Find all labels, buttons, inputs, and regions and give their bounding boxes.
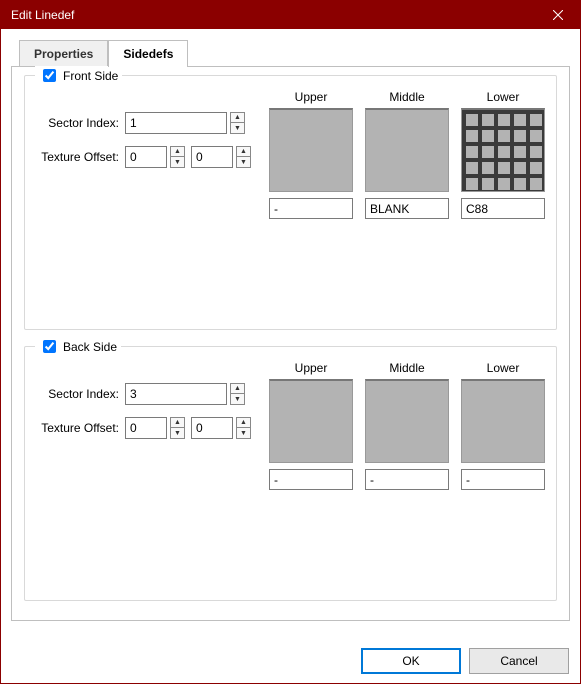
back-sector-index-input[interactable] [125,383,227,405]
front-upper-label: Upper [295,90,328,106]
tab-page-sidedefs: Front Side Sector Index: ▲ ▼ [11,66,570,621]
back-sector-index-label: Sector Index: [35,387,125,401]
group-back-side: Back Side Sector Index: ▲ ▼ [24,346,557,601]
back-texoffset-label: Texture Offset: [35,421,125,435]
front-lower-name[interactable] [461,198,545,219]
back-lower-name[interactable] [461,469,545,490]
spin-up-icon[interactable]: ▲ [170,146,185,157]
spin-up-icon[interactable]: ▲ [230,383,245,394]
spin-down-icon[interactable]: ▼ [236,428,251,439]
front-upper-preview[interactable] [269,108,353,192]
back-middle-name[interactable] [365,469,449,490]
front-side-label: Front Side [63,69,118,83]
front-lower-label: Lower [487,90,520,106]
front-sector-spinner: ▲ ▼ [230,112,245,134]
front-upper-name[interactable] [269,198,353,219]
front-middle-preview[interactable] [365,108,449,192]
back-side-label: Back Side [63,340,117,354]
spin-down-icon[interactable]: ▼ [236,157,251,168]
back-offy-spinner: ▲ ▼ [236,417,251,439]
front-lower-preview[interactable] [461,108,545,192]
back-offx-spinner: ▲ ▼ [170,417,185,439]
spin-down-icon[interactable]: ▼ [230,123,245,134]
cancel-button[interactable]: Cancel [469,648,569,674]
client-area: Properties Sidedefs Front Side Sector In… [1,29,580,631]
spin-down-icon[interactable]: ▼ [170,428,185,439]
spin-up-icon[interactable]: ▲ [170,417,185,428]
close-button[interactable] [536,1,580,29]
back-upper-preview[interactable] [269,379,353,463]
back-upper-label: Upper [295,361,328,377]
front-texoffset-label: Texture Offset: [35,150,125,164]
spin-down-icon[interactable]: ▼ [170,157,185,168]
front-offx-input[interactable] [125,146,167,168]
front-offx-spinner: ▲ ▼ [170,146,185,168]
front-offy-spinner: ▲ ▼ [236,146,251,168]
close-icon [553,10,563,20]
front-middle-name[interactable] [365,198,449,219]
front-offy-input[interactable] [191,146,233,168]
back-upper-name[interactable] [269,469,353,490]
back-lower-label: Lower [487,361,520,377]
back-offx-input[interactable] [125,417,167,439]
titlebar: Edit Linedef [1,1,580,29]
spin-up-icon[interactable]: ▲ [236,146,251,157]
spin-up-icon[interactable]: ▲ [236,417,251,428]
ok-button[interactable]: OK [361,648,461,674]
window-title: Edit Linedef [11,8,536,22]
back-side-checkbox[interactable] [43,340,56,353]
tab-sidedefs[interactable]: Sidedefs [108,40,188,67]
dialog-buttons: OK Cancel [361,648,569,674]
back-side-legend: Back Side [35,337,121,356]
front-sector-index-label: Sector Index: [35,116,125,130]
spin-down-icon[interactable]: ▼ [230,394,245,405]
spin-up-icon[interactable]: ▲ [230,112,245,123]
back-middle-label: Middle [389,361,424,377]
front-sector-index-input[interactable] [125,112,227,134]
front-side-legend: Front Side [35,66,122,85]
back-middle-preview[interactable] [365,379,449,463]
front-middle-label: Middle [389,90,424,106]
tab-properties[interactable]: Properties [19,40,108,67]
group-front-side: Front Side Sector Index: ▲ ▼ [24,75,557,330]
back-offy-input[interactable] [191,417,233,439]
tab-strip: Properties Sidedefs [19,39,570,66]
back-sector-spinner: ▲ ▼ [230,383,245,405]
front-side-checkbox[interactable] [43,69,56,82]
back-lower-preview[interactable] [461,379,545,463]
